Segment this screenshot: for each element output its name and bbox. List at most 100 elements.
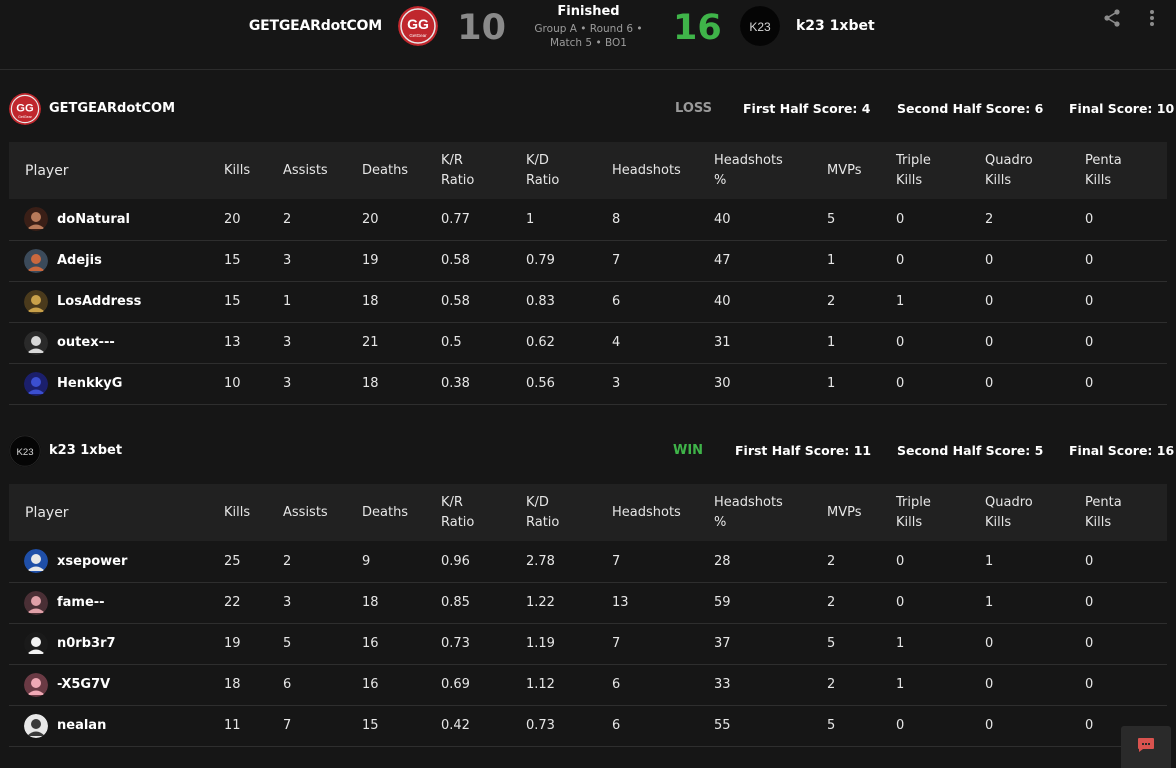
- player-name[interactable]: nealan: [57, 718, 106, 733]
- column-header[interactable]: Deaths: [362, 484, 441, 541]
- column-header[interactable]: Kills: [224, 484, 283, 541]
- stat-cell: 15: [224, 281, 283, 323]
- player-name[interactable]: LosAddress: [57, 294, 141, 309]
- column-header[interactable]: MVPs: [827, 142, 896, 199]
- player-name[interactable]: n0rb3r7: [57, 636, 116, 651]
- player-row[interactable]: Adejis 15 3 19 0.58 0.79 7 47 1 0 0 0: [9, 240, 1167, 282]
- stat-cell: 31: [714, 322, 827, 364]
- share-icon[interactable]: [1100, 6, 1124, 30]
- player-row[interactable]: fame-- 22 3 18 0.85 1.22 13 59 2 0 1 0: [9, 582, 1167, 624]
- player-name[interactable]: HenkkyG: [57, 376, 122, 391]
- column-header[interactable]: MVPs: [827, 484, 896, 541]
- column-header-text: K/D Ratio: [526, 152, 560, 188]
- player-name[interactable]: outex---: [57, 335, 115, 350]
- stat-cell: 0.58: [441, 281, 526, 323]
- column-header[interactable]: K/R Ratio: [441, 484, 526, 541]
- stat-cell: 30: [714, 363, 827, 405]
- team-left-logo[interactable]: GG GetGear: [398, 6, 438, 46]
- stat-cell: 15: [362, 705, 441, 747]
- result-badge: WIN: [673, 443, 704, 458]
- column-header[interactable]: Headshots: [612, 142, 714, 199]
- team-logo[interactable]: K23: [9, 435, 41, 467]
- player-row[interactable]: HenkkyG 10 3 18 0.38 0.56 3 30 1 0 0 0: [9, 363, 1167, 405]
- player-avatar[interactable]: [24, 248, 48, 273]
- player-avatar[interactable]: [24, 590, 48, 615]
- player-row[interactable]: -X5G7V 18 6 16 0.69 1.12 6 33 2 1 0 0: [9, 664, 1167, 706]
- player-name[interactable]: Adejis: [57, 253, 102, 268]
- player-avatar[interactable]: [24, 549, 48, 574]
- stat-cell: 0: [896, 541, 985, 583]
- player-row[interactable]: LosAddress 15 1 18 0.58 0.83 6 40 2 1 0 0: [9, 281, 1167, 323]
- stat-cell: 0: [896, 240, 985, 282]
- player-cell: outex---: [9, 322, 224, 364]
- player-name[interactable]: -X5G7V: [57, 677, 110, 692]
- team-right-name[interactable]: k23 1xbet: [796, 18, 875, 34]
- stat-cell: 37: [714, 623, 827, 665]
- column-header[interactable]: Kills: [224, 142, 283, 199]
- player-cell: HenkkyG: [9, 363, 224, 405]
- svg-text:K23: K23: [16, 447, 33, 458]
- more-vertical-icon[interactable]: [1140, 6, 1164, 30]
- stat-cell: 0.73: [441, 623, 526, 665]
- column-header[interactable]: Player: [9, 142, 224, 199]
- stat-cell: 7: [612, 623, 714, 665]
- stat-cell: 0: [896, 199, 985, 241]
- player-row[interactable]: n0rb3r7 19 5 16 0.73 1.19 7 37 5 1 0 0: [9, 623, 1167, 665]
- player-avatar[interactable]: [24, 289, 48, 314]
- player-avatar[interactable]: [24, 672, 48, 697]
- player-stats-table: Player Kills Assists Deaths K/R Ratio K/D…: [9, 484, 1167, 747]
- player-avatar[interactable]: [24, 371, 48, 396]
- team-logo[interactable]: GG GetGear: [9, 93, 41, 125]
- stat-cell: 0.62: [526, 322, 612, 364]
- player-row[interactable]: doNatural 20 2 20 0.77 1 8 40 5 0 2 0: [9, 199, 1167, 241]
- table-header-row: Player Kills Assists Deaths K/R Ratio K/D…: [9, 484, 1167, 541]
- stat-cell: 0.73: [526, 705, 612, 747]
- svg-text:K23: K23: [749, 20, 771, 34]
- stat-cell: 20: [362, 199, 441, 241]
- player-avatar[interactable]: [24, 330, 48, 355]
- stat-cell: 0: [1085, 240, 1167, 282]
- column-header[interactable]: Penta Kills: [1085, 484, 1167, 541]
- column-header[interactable]: Player: [9, 484, 224, 541]
- column-header[interactable]: K/D Ratio: [526, 484, 612, 541]
- stat-cell: 0: [985, 705, 1085, 747]
- stat-cell: 0.58: [441, 240, 526, 282]
- column-header[interactable]: Headshots: [612, 484, 714, 541]
- column-header[interactable]: K/R Ratio: [441, 142, 526, 199]
- stat-cell: 3: [283, 240, 362, 282]
- stat-cell: 1: [283, 281, 362, 323]
- column-header[interactable]: Penta Kills: [1085, 142, 1167, 199]
- stat-cell: 28: [714, 541, 827, 583]
- stat-cell: 25: [224, 541, 283, 583]
- column-header[interactable]: Deaths: [362, 142, 441, 199]
- player-row[interactable]: outex--- 13 3 21 0.5 0.62 4 31 1 0 0 0: [9, 322, 1167, 364]
- column-header[interactable]: Triple Kills: [896, 484, 985, 541]
- chat-button[interactable]: [1121, 726, 1171, 768]
- player-name[interactable]: fame--: [57, 595, 105, 610]
- column-header[interactable]: Assists: [283, 142, 362, 199]
- stat-cell: 5: [827, 705, 896, 747]
- stat-cell: 0: [985, 363, 1085, 405]
- player-avatar[interactable]: [24, 207, 48, 232]
- column-header[interactable]: Assists: [283, 484, 362, 541]
- player-row[interactable]: nealan 11 7 15 0.42 0.73 6 55 5 0 0 0: [9, 705, 1167, 747]
- team-left-name[interactable]: GETGEARdotCOM: [249, 18, 382, 34]
- stat-cell: 16: [362, 664, 441, 706]
- team-name[interactable]: k23 1xbet: [49, 443, 122, 458]
- player-row[interactable]: xsepower 25 2 9 0.96 2.78 7 28 2 0 1 0: [9, 541, 1167, 583]
- column-header[interactable]: K/D Ratio: [526, 142, 612, 199]
- column-header[interactable]: Triple Kills: [896, 142, 985, 199]
- player-avatar[interactable]: [24, 631, 48, 656]
- column-header[interactable]: Quadro Kills: [985, 142, 1085, 199]
- column-header[interactable]: Headshots%: [714, 142, 827, 199]
- player-avatar[interactable]: [24, 713, 48, 738]
- column-header[interactable]: Headshots%: [714, 484, 827, 541]
- team-right-logo[interactable]: K23: [740, 6, 780, 46]
- score-left: 10: [457, 8, 506, 48]
- stat-cell: 1: [827, 322, 896, 364]
- team-name[interactable]: GETGEARdotCOM: [49, 101, 175, 116]
- stat-cell: 0.5: [441, 322, 526, 364]
- column-header[interactable]: Quadro Kills: [985, 484, 1085, 541]
- player-name[interactable]: doNatural: [57, 212, 130, 227]
- player-name[interactable]: xsepower: [57, 554, 127, 569]
